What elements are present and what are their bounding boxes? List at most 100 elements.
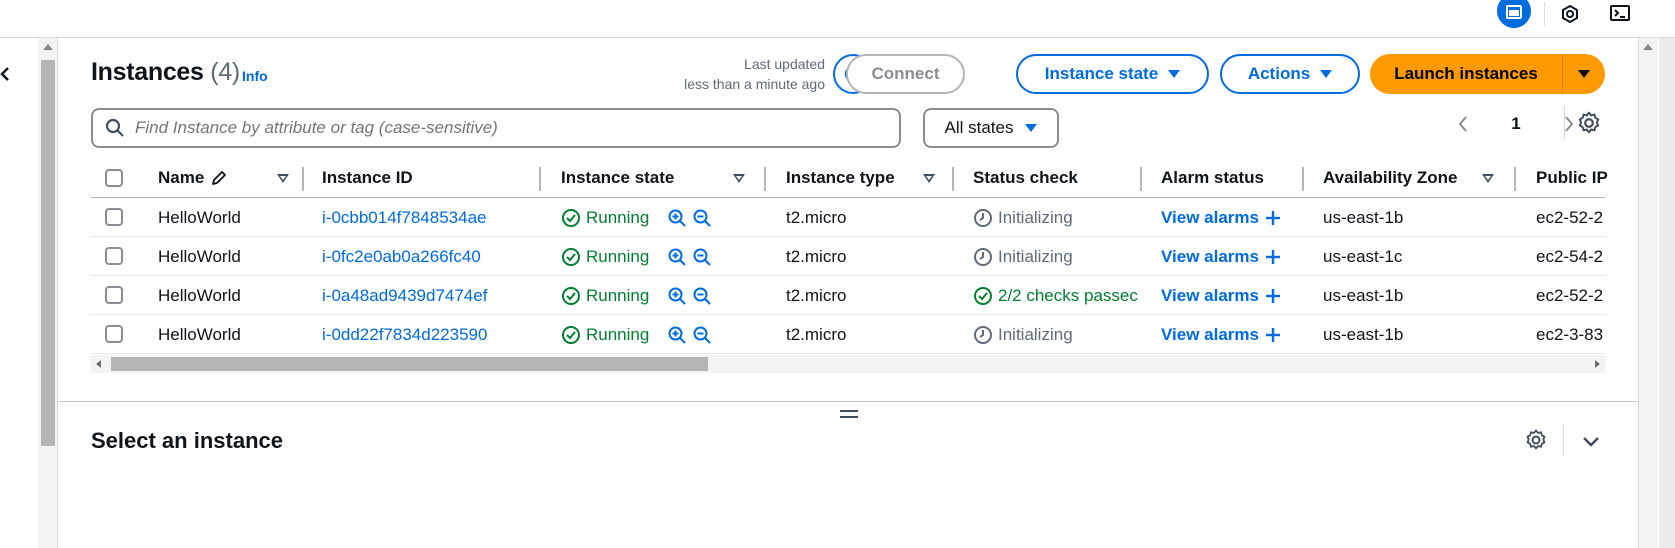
sort-caret-icon[interactable] [1482, 174, 1494, 183]
cell-availability-zone: us-east-1b [1323, 325, 1403, 345]
instance-state-label: Instance state [1044, 64, 1159, 83]
cell-alarm-status[interactable]: View alarms [1161, 247, 1282, 267]
cloudshell-active-button[interactable] [1497, 0, 1531, 28]
row-checkbox[interactable] [105, 208, 123, 226]
instance-count: (4) [210, 58, 240, 86]
instance-id-link[interactable]: i-0dd22f7834d223590 [322, 325, 487, 345]
cell-availability-zone: us-east-1b [1323, 286, 1403, 306]
check-circle-icon [562, 287, 580, 305]
search-field[interactable] [91, 108, 901, 148]
cell-status-check: Initializing [973, 325, 1138, 345]
table-row[interactable]: HelloWorld i-0fc2e0ab0a266fc40 Running t2.m… [91, 237, 1605, 276]
table-row[interactable]: HelloWorld i-0dd22f7834d223590 Running t2.m… [91, 315, 1605, 354]
cell-name: HelloWorld [158, 247, 241, 267]
zoom-in-icon[interactable] [667, 286, 687, 306]
resize-handle[interactable] [840, 410, 858, 422]
actions-button[interactable]: Actions [1220, 54, 1360, 94]
view-alarms-link[interactable]: View alarms [1161, 325, 1259, 345]
zoom-in-icon[interactable] [667, 325, 687, 345]
table-body: HelloWorld i-0cbb014f7848534ae Running t2.m… [91, 198, 1605, 354]
column-resizer[interactable] [1140, 167, 1142, 191]
page-scrollbar[interactable] [1659, 38, 1675, 548]
zoom-out-icon[interactable] [692, 286, 712, 306]
chevron-down-icon[interactable] [1580, 430, 1602, 452]
chevron-left-icon[interactable] [1456, 114, 1470, 134]
status-text: 2/2 checks passec [998, 286, 1138, 305]
launch-instances-button[interactable]: Launch instances [1370, 54, 1563, 94]
cell-instance-id[interactable]: i-0cbb014f7848534ae [322, 208, 486, 228]
column-header-status-check[interactable]: Status check [973, 168, 1078, 188]
column-label: Status check [973, 168, 1078, 187]
connect-button[interactable]: Connect [846, 54, 965, 94]
terminal-button[interactable] [1603, 0, 1637, 28]
row-checkbox[interactable] [105, 247, 123, 265]
column-header-instance-id[interactable]: Instance ID [322, 168, 413, 188]
instance-id-link[interactable]: i-0a48ad9439d7474ef [322, 286, 487, 306]
column-label: Availability Zone [1323, 168, 1458, 187]
sort-caret-icon[interactable] [733, 174, 745, 183]
column-resizer[interactable] [1302, 167, 1304, 191]
view-alarms-link[interactable]: View alarms [1161, 208, 1259, 228]
cell-name: HelloWorld [158, 325, 241, 345]
column-resizer[interactable] [1514, 167, 1516, 191]
cell-alarm-status[interactable]: View alarms [1161, 286, 1282, 306]
title-text: Instances [91, 58, 204, 86]
horizontal-scrollbar[interactable] [91, 355, 1605, 373]
row-checkbox[interactable] [105, 286, 123, 304]
scroll-up-arrow[interactable] [43, 44, 53, 50]
instance-id-link[interactable]: i-0cbb014f7848534ae [322, 208, 486, 228]
view-alarms-link[interactable]: View alarms [1161, 247, 1259, 267]
column-resizer[interactable] [952, 167, 954, 191]
column-header-public-ip[interactable]: Public IP [1536, 168, 1608, 188]
search-input[interactable] [135, 118, 875, 138]
table-row[interactable]: HelloWorld i-0a48ad9439d7474ef Running t2.m… [91, 276, 1605, 315]
right-scrollbar[interactable] [1638, 38, 1658, 548]
launch-dropdown-button[interactable] [1563, 54, 1605, 94]
cell-instance-id[interactable]: i-0dd22f7834d223590 [322, 325, 487, 345]
left-scrollbar-thumb[interactable] [41, 60, 55, 446]
column-resizer[interactable] [539, 167, 541, 191]
zoom-in-icon[interactable] [667, 208, 687, 228]
column-header-name[interactable]: Name [158, 168, 228, 188]
cell-alarm-status[interactable]: View alarms [1161, 325, 1282, 345]
view-alarms-link[interactable]: View alarms [1161, 286, 1259, 306]
scroll-right-arrow[interactable] [1595, 360, 1600, 368]
column-header-alarm-status[interactable]: Alarm status [1161, 168, 1264, 188]
info-link[interactable]: Info [242, 68, 268, 84]
column-header-instance-type[interactable]: Instance type [786, 168, 895, 188]
settings-icon[interactable] [1524, 428, 1548, 452]
column-header-availability-zone[interactable]: Availability Zone [1323, 168, 1457, 188]
row-checkbox[interactable] [105, 325, 123, 343]
close-icon[interactable] [0, 62, 14, 86]
cell-instance-id[interactable]: i-0fc2e0ab0a266fc40 [322, 247, 481, 267]
sort-caret-icon[interactable] [277, 174, 289, 183]
cell-alarm-status[interactable]: View alarms [1161, 208, 1282, 228]
scroll-up-arrow-right[interactable] [1643, 44, 1653, 50]
cell-name: HelloWorld [158, 208, 241, 228]
zoom-out-icon[interactable] [692, 247, 712, 267]
scroll-left-arrow[interactable] [96, 360, 101, 368]
select-all-checkbox[interactable] [105, 169, 123, 187]
cell-public-ip: ec2-3-83 [1536, 325, 1605, 345]
zoom-in-icon[interactable] [667, 247, 687, 267]
plus-icon [1265, 289, 1280, 303]
column-resizer[interactable] [302, 167, 304, 191]
instance-id-link[interactable]: i-0fc2e0ab0a266fc40 [322, 247, 481, 267]
sort-caret-icon[interactable] [923, 174, 935, 183]
zoom-out-icon[interactable] [692, 325, 712, 345]
table-row[interactable]: HelloWorld i-0cbb014f7848534ae Running t2.m… [91, 198, 1605, 237]
zoom-out-icon[interactable] [692, 208, 712, 228]
column-header-instance-state[interactable]: Instance state [561, 168, 674, 188]
cell-instance-id[interactable]: i-0a48ad9439d7474ef [322, 286, 487, 306]
states-select[interactable]: All states [923, 108, 1059, 148]
az-text: us-east-1b [1323, 325, 1404, 344]
public-ip-text: ec2-52-2 [1536, 208, 1604, 227]
page-number[interactable]: 1 [1511, 114, 1520, 134]
split-panel-divider [58, 401, 1638, 402]
column-resizer[interactable] [764, 167, 766, 191]
settings-icon[interactable] [1576, 110, 1602, 136]
instance-state-button[interactable]: Instance state [1016, 54, 1209, 94]
horizontal-scrollbar-thumb[interactable] [111, 357, 708, 371]
region-button[interactable] [1553, 0, 1587, 28]
last-updated-value: less than a minute ago [684, 76, 825, 92]
